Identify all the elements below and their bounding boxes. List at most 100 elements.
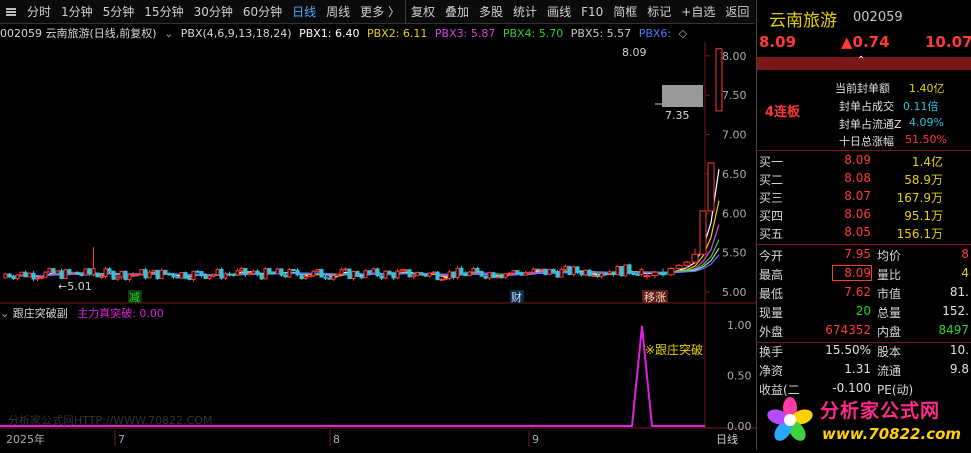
- stat-value: 7.62: [844, 285, 871, 299]
- stat-label: 内盘: [877, 325, 902, 339]
- seal-vs-float-label: 封单占流通Z: [839, 118, 902, 131]
- candle: [11, 274, 16, 280]
- stat-label: 市值: [877, 287, 902, 301]
- stat-value: 15.50%: [825, 343, 871, 357]
- marker-reduce[interactable]: 减: [129, 291, 140, 304]
- candle: [459, 266, 464, 274]
- sub-collapse-icon[interactable]: ⌄: [0, 307, 9, 320]
- candle: [475, 266, 480, 272]
- candle: [455, 266, 460, 280]
- candle: [259, 273, 264, 280]
- candle: [619, 265, 624, 277]
- chart-canvas[interactable]: 8.007.507.006.506.005.505.00 8.09 ←5.01 …: [0, 0, 756, 450]
- price-tag-label: 7.35: [665, 109, 690, 122]
- expand-bar[interactable]: ⌃: [757, 55, 971, 70]
- candle: [183, 271, 188, 280]
- site-logo: 分析家公式网 www.70822.com: [760, 392, 971, 450]
- stat-value: 152.: [942, 304, 969, 318]
- price-tick-label: 5.50: [722, 247, 747, 260]
- candle: [407, 269, 412, 278]
- bid-level: 买四: [759, 209, 784, 223]
- candle: [391, 271, 396, 281]
- candles: [3, 48, 723, 282]
- candle: [691, 248, 699, 264]
- bid-row[interactable]: 买三 8.07 167.9万: [757, 189, 971, 207]
- candle: [547, 268, 552, 275]
- candle: [47, 267, 52, 273]
- price-change: ▲0.74: [841, 33, 890, 51]
- candle: [71, 271, 76, 274]
- bid-volume: 167.9万: [896, 191, 943, 205]
- last-price: 8.09: [759, 33, 797, 51]
- candle: [155, 269, 160, 280]
- candle: [219, 267, 224, 280]
- bid-level: 买一: [759, 155, 784, 169]
- price-tick-label: 7.50: [722, 89, 747, 102]
- candle: [59, 268, 64, 280]
- stat-label: 换手: [759, 345, 784, 359]
- candle: [427, 272, 432, 278]
- stat-value: 8497: [938, 323, 969, 337]
- candle: [559, 267, 564, 278]
- stat-label: 最低: [759, 287, 784, 301]
- candle: [699, 210, 707, 255]
- stat-value: 7.95: [844, 247, 871, 261]
- bid-price: 8.05: [844, 225, 871, 239]
- chevron-up-icon[interactable]: ⌃: [857, 55, 865, 66]
- candle: [171, 273, 176, 279]
- candle: [447, 269, 452, 281]
- stat-label: 净资: [759, 364, 784, 378]
- ten-day-gain-label: 十日总涨幅: [839, 135, 894, 148]
- stat-label: 流通: [877, 364, 902, 378]
- price-tick-label: 8.00: [722, 50, 747, 63]
- price-tick-label: 5.00: [722, 286, 747, 299]
- candle: [235, 268, 240, 277]
- candle: [107, 267, 112, 273]
- bid-row[interactable]: 买五 8.05 156.1万: [757, 225, 971, 243]
- signal-label: ※跟庄突破: [645, 342, 703, 357]
- seal-vs-volume: 0.11倍: [903, 100, 939, 113]
- candle: [479, 270, 484, 277]
- period-label[interactable]: 日线: [716, 432, 738, 446]
- candle: [331, 275, 336, 281]
- candle: [587, 269, 592, 277]
- stat-value: 10.: [949, 343, 969, 357]
- candle: [415, 271, 420, 277]
- candle: [159, 268, 164, 280]
- sub-indicator-field: 主力真突破: 0.00: [77, 307, 164, 320]
- candle: [527, 271, 532, 274]
- candle: [363, 269, 368, 279]
- bid-row[interactable]: 买四 8.06 95.1万: [757, 207, 971, 225]
- bid-price: 8.07: [844, 189, 871, 203]
- bid-row[interactable]: 买二 8.08 58.9万: [757, 171, 971, 189]
- candle: [151, 269, 156, 273]
- stats-row: 换手 15.50% 股本 10.: [757, 343, 971, 362]
- sub-indicator-title[interactable]: 跟庄突破副: [13, 307, 68, 320]
- candle: [279, 268, 284, 277]
- candle: [643, 273, 651, 280]
- sub-tick-label: 0.00: [727, 420, 752, 433]
- stat-label: 总量: [877, 306, 902, 320]
- marker-finance[interactable]: 财: [511, 290, 522, 304]
- candle: [163, 269, 168, 275]
- candle: [75, 271, 80, 275]
- bid-volume: 95.1万: [904, 209, 943, 223]
- candle: [55, 270, 60, 275]
- candle: [127, 274, 132, 282]
- candle: [63, 268, 68, 280]
- candle: [399, 268, 404, 272]
- candle: [271, 271, 276, 275]
- watermark: 分析家公式网HTTP://WWW.70822.COM: [8, 413, 212, 427]
- bid-level: 买三: [759, 191, 784, 205]
- seal-amount: 1.40亿: [909, 82, 945, 95]
- candle: [251, 269, 256, 275]
- logo-name: 分析家公式网: [820, 400, 941, 422]
- bid-row[interactable]: 买一 8.09 1.4亿: [757, 153, 971, 171]
- marker-rise[interactable]: 移涨: [644, 291, 666, 304]
- candle: [371, 267, 376, 274]
- candle: [395, 268, 400, 279]
- candle: [307, 275, 312, 278]
- stat-value: 4: [961, 266, 969, 280]
- high-price-label: 8.09: [622, 46, 647, 59]
- pbx-line: [5, 169, 720, 279]
